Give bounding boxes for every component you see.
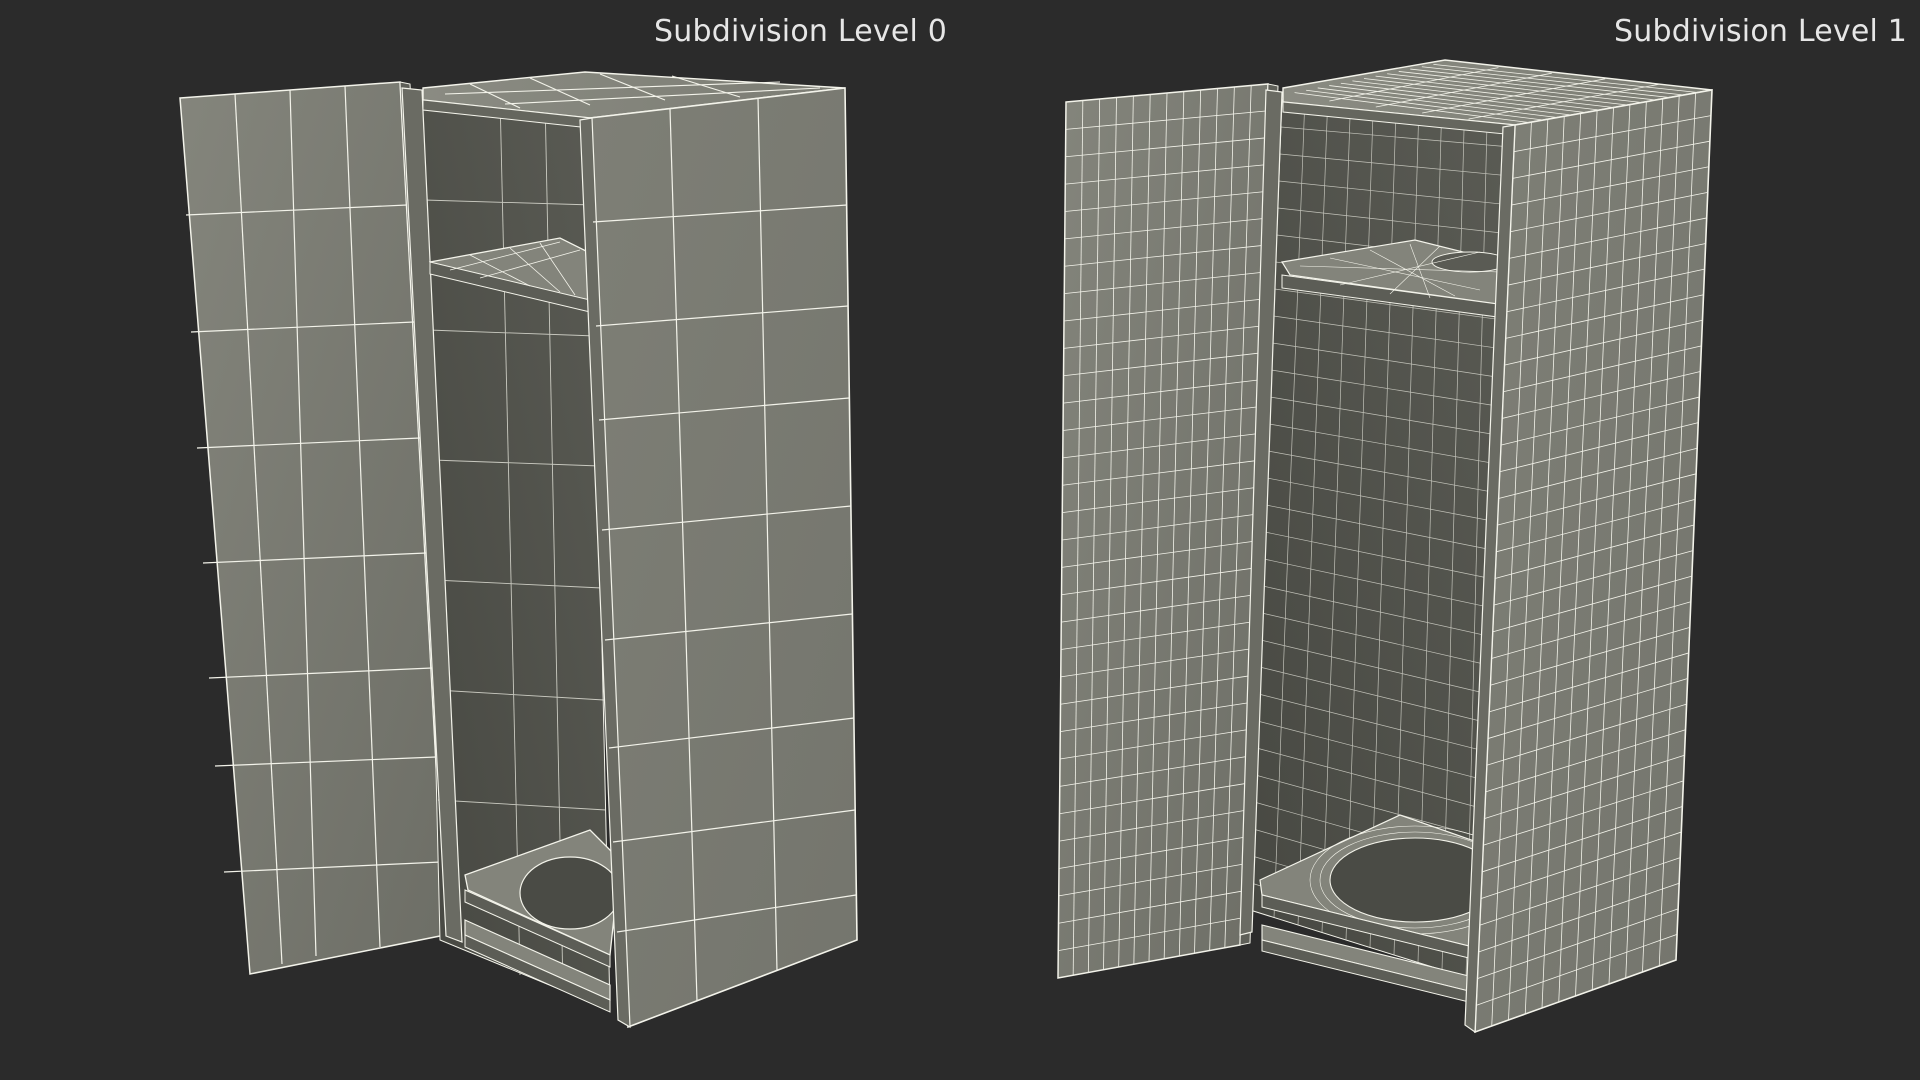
render-viewport xyxy=(179,59,1713,1034)
cabinet-model-level-0 xyxy=(179,71,858,1029)
cabinet-side-panel xyxy=(1464,89,1713,1034)
cabinet-side-panel xyxy=(579,87,858,1029)
cabinet-model-level-1 xyxy=(1057,59,1713,1034)
